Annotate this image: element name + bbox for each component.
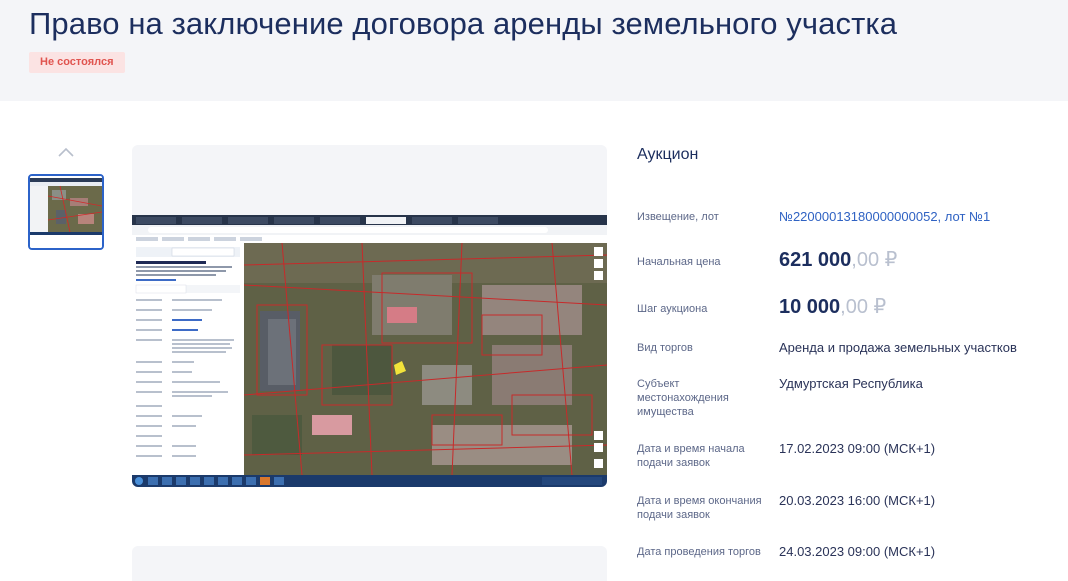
start-price-amount: 621 000 <box>779 249 852 271</box>
step-value: 10 000,00 ₽ <box>779 294 886 319</box>
chevron-up-icon[interactable] <box>57 146 75 158</box>
step-cents: ,00 ₽ <box>840 296 887 318</box>
end-date-value: 20.03.2023 16:00 (МСК+1) <box>779 493 936 508</box>
second-image-container[interactable] <box>132 546 607 581</box>
status-badge: Не состоялся <box>29 52 125 73</box>
step-amount: 10 000 <box>779 296 841 318</box>
main-image-container[interactable] <box>132 145 607 487</box>
auction-date-label: Дата проведения торгов <box>637 546 761 558</box>
start-date-label: Дата и время начала подачи заявок <box>637 443 745 469</box>
start-date-value: 17.02.2023 09:00 (МСК+1) <box>779 441 936 456</box>
notice-link[interactable]: №22000013180000000052, лот №1 <box>779 209 990 224</box>
trade-type-label: Вид торгов <box>637 342 693 354</box>
notice-label: Извещение, лот <box>637 211 719 223</box>
end-date-label: Дата и время окончания подачи заявок <box>637 495 762 521</box>
auction-date-value: 24.03.2023 09:00 (МСК+1) <box>779 544 936 559</box>
trade-type-value: Аренда и продажа земельных участков <box>779 340 1017 355</box>
start-price-value: 621 000,00 ₽ <box>779 247 897 272</box>
header-band: Право на заключение договора аренды земе… <box>0 0 1068 101</box>
gallery-thumbnail[interactable] <box>28 174 104 250</box>
cadastral-map-screenshot <box>132 215 607 487</box>
step-label: Шаг аукциона <box>637 303 708 315</box>
map-thumbnail-image <box>30 176 102 248</box>
start-price-label: Начальная цена <box>637 256 721 268</box>
page-title: Право на заключение договора аренды земе… <box>29 6 898 41</box>
subject-label: Субъект местонахождения имущества <box>637 378 729 418</box>
auction-type: Аукцион <box>637 146 699 163</box>
subject-value: Удмуртская Республика <box>779 376 923 391</box>
start-price-cents: ,00 ₽ <box>851 249 898 271</box>
